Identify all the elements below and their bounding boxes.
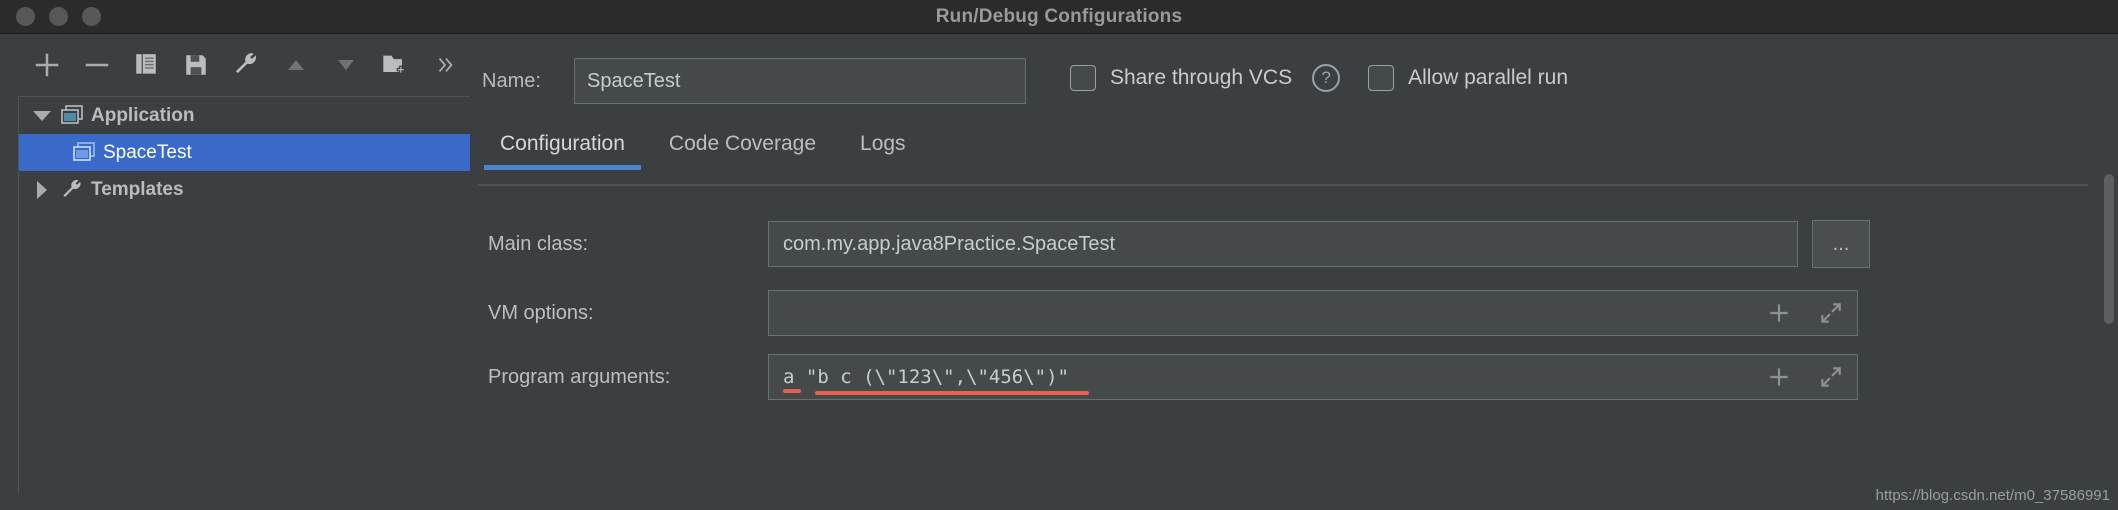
- expand-icon[interactable]: [1805, 300, 1857, 326]
- tab-divider: [478, 184, 2088, 186]
- checkbox-box[interactable]: [1368, 65, 1395, 91]
- new-folder-icon[interactable]: [370, 42, 420, 88]
- allow-parallel-run-checkbox[interactable]: Allow parallel run: [1368, 65, 1568, 91]
- tree-node-templates[interactable]: Templates: [19, 171, 470, 208]
- tree-node-spacetest[interactable]: SpaceTest: [19, 134, 470, 171]
- vm-options-label: VM options:: [488, 301, 594, 324]
- main-class-input[interactable]: com.my.app.java8Practice.SpaceTest: [768, 221, 1798, 267]
- move-up-icon[interactable]: [271, 42, 321, 88]
- expand-icon[interactable]: [1805, 364, 1857, 390]
- add-icon[interactable]: [22, 42, 72, 88]
- save-icon[interactable]: [171, 42, 221, 88]
- vertical-scrollbar[interactable]: [2104, 174, 2114, 474]
- options-row: Share through VCS ? Allow parallel run: [1070, 64, 1568, 92]
- vm-options-input[interactable]: [768, 290, 1858, 336]
- tree-node-application[interactable]: Application: [19, 97, 470, 134]
- tab-code-coverage[interactable]: Code Coverage: [647, 132, 838, 170]
- name-label: Name:: [482, 69, 541, 92]
- tree-node-label: SpaceTest: [103, 141, 192, 163]
- share-through-vcs-checkbox[interactable]: Share through VCS: [1070, 65, 1292, 91]
- main-class-label: Main class:: [488, 232, 589, 255]
- main-class-row: Main class: com.my.app.java8Practice.Spa…: [488, 220, 1870, 268]
- window-title: Run/Debug Configurations: [935, 5, 1183, 27]
- tree-node-label: Application: [91, 104, 195, 126]
- chevron-down-icon[interactable]: [29, 110, 55, 121]
- plus-icon[interactable]: [1753, 300, 1805, 326]
- program-arguments-label: Program arguments:: [488, 365, 671, 388]
- program-arguments-input[interactable]: a "b c (\"123\",\"456\")": [768, 354, 1858, 400]
- help-icon[interactable]: ?: [1312, 64, 1341, 92]
- configuration-pane: Name: SpaceTest Share through VCS ? Allo…: [470, 34, 2118, 510]
- more-icon[interactable]: [420, 42, 470, 88]
- main-class-value: com.my.app.java8Practice.SpaceTest: [783, 232, 1116, 255]
- title-bar: Run/Debug Configurations: [0, 0, 2118, 34]
- name-input[interactable]: SpaceTest: [574, 58, 1026, 104]
- configurations-toolbar: [0, 34, 470, 96]
- tab-bar: Configuration Code Coverage Logs: [478, 132, 928, 170]
- browse-main-class-button[interactable]: ...: [1812, 220, 1870, 268]
- run-debug-configurations-window: Run/Debug Configurations Application Spa…: [0, 0, 2118, 510]
- configurations-tree[interactable]: Application SpaceTest Templates: [18, 96, 470, 494]
- program-arguments-value: a "b c (\"123\",\"456\")": [783, 366, 1069, 388]
- wrench-icon[interactable]: [221, 42, 271, 88]
- tab-logs[interactable]: Logs: [838, 132, 928, 170]
- error-underline-quoted: [815, 391, 1089, 395]
- name-row: Name: SpaceTest: [482, 56, 1026, 106]
- vm-options-row: VM options:: [488, 290, 1858, 336]
- chevron-right-icon[interactable]: [29, 180, 55, 199]
- scrollbar-thumb[interactable]: [2104, 174, 2114, 324]
- tab-configuration[interactable]: Configuration: [478, 132, 647, 170]
- remove-icon[interactable]: [72, 42, 122, 88]
- allow-parallel-run-label: Allow parallel run: [1408, 66, 1569, 89]
- copy-icon[interactable]: [122, 42, 172, 88]
- checkbox-box[interactable]: [1070, 65, 1096, 91]
- tree-node-label: Templates: [91, 178, 184, 200]
- move-down-icon[interactable]: [321, 42, 371, 88]
- application-icon: [67, 141, 101, 164]
- program-arguments-row: Program arguments: a "b c (\"123\",\"456…: [488, 354, 1858, 400]
- watermark-text: https://blog.csdn.net/m0_37586991: [1875, 487, 2110, 504]
- application-icon: [55, 104, 89, 127]
- share-through-vcs-label: Share through VCS: [1110, 66, 1293, 89]
- error-underline-arg: [783, 389, 801, 393]
- plus-icon[interactable]: [1753, 364, 1805, 390]
- name-input-value: SpaceTest: [587, 69, 681, 92]
- wrench-icon: [55, 178, 89, 202]
